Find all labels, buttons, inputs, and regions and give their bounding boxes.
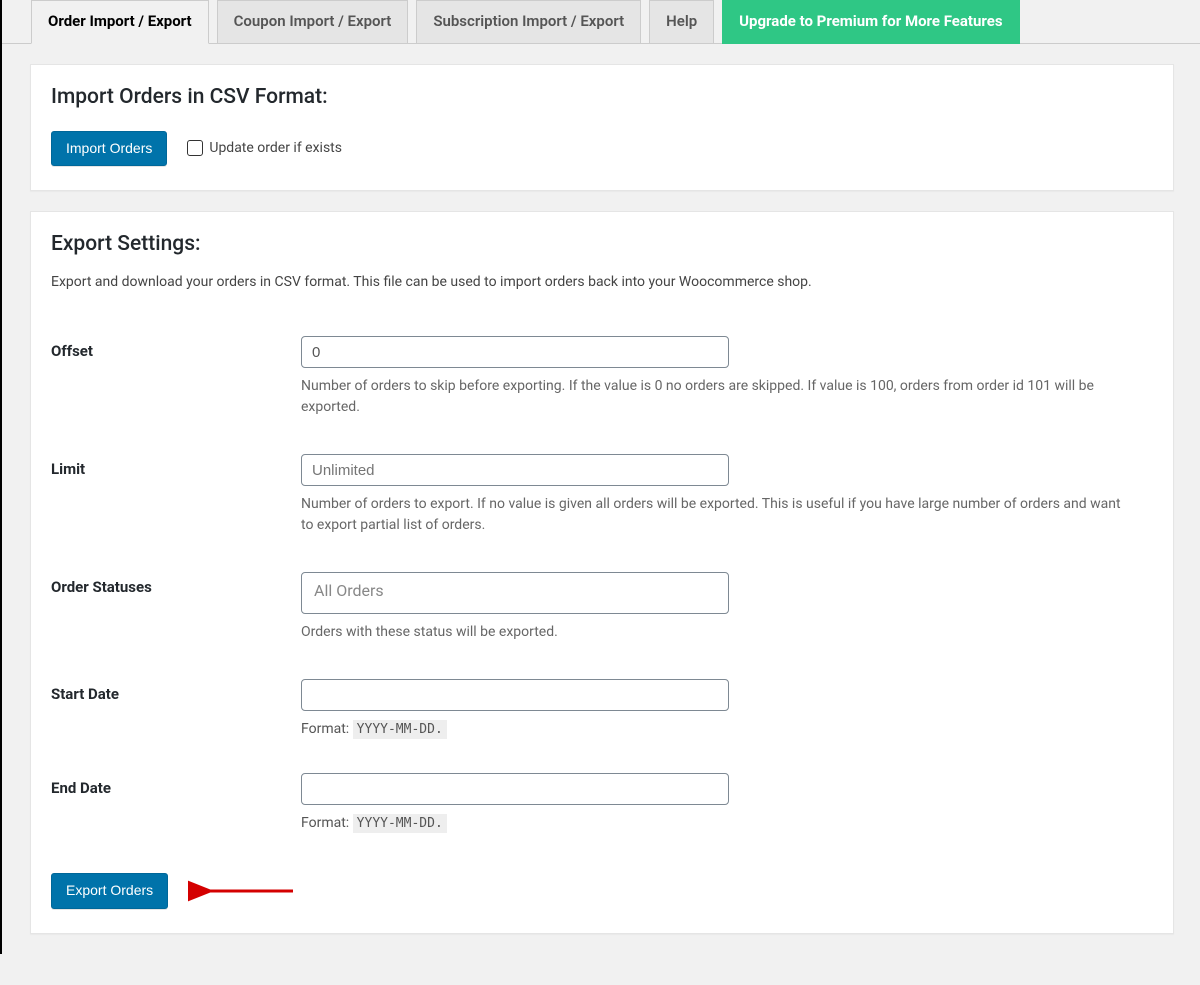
- offset-description: Number of orders to skip before exportin…: [301, 376, 1131, 418]
- order-statuses-label: Order Statuses: [51, 554, 301, 661]
- tab-coupon-import-export[interactable]: Coupon Import / Export: [217, 0, 409, 44]
- export-settings-table: Offset Number of orders to skip before e…: [51, 318, 1153, 849]
- export-title: Export Settings:: [51, 232, 1153, 256]
- offset-input[interactable]: [301, 336, 729, 368]
- update-order-checkbox-label[interactable]: Update order if exists: [187, 140, 342, 156]
- limit-label: Limit: [51, 436, 301, 554]
- end-date-format: Format: YYYY-MM-DD.: [301, 815, 1153, 831]
- start-date-format: Format: YYYY-MM-DD.: [301, 721, 1153, 737]
- end-date-format-prefix: Format:: [301, 815, 349, 831]
- end-date-format-code: YYYY-MM-DD.: [353, 814, 447, 833]
- tab-subscription-import-export[interactable]: Subscription Import / Export: [416, 0, 641, 44]
- tab-help[interactable]: Help: [649, 0, 714, 44]
- limit-description: Number of orders to export. If no value …: [301, 494, 1131, 536]
- import-panel: Import Orders in CSV Format: Import Orde…: [30, 64, 1174, 192]
- end-date-label: End Date: [51, 755, 301, 849]
- tab-upgrade-premium[interactable]: Upgrade to Premium for More Features: [722, 0, 1019, 44]
- tab-order-import-export[interactable]: Order Import / Export: [31, 0, 209, 44]
- order-statuses-select[interactable]: All Orders: [301, 572, 729, 614]
- order-statuses-description: Orders with these status will be exporte…: [301, 622, 1131, 643]
- export-description: Export and download your orders in CSV f…: [51, 274, 1153, 290]
- start-date-input[interactable]: [301, 679, 729, 711]
- import-title: Import Orders in CSV Format:: [51, 85, 1153, 109]
- export-panel: Export Settings: Export and download you…: [30, 211, 1174, 934]
- end-date-row: End Date Format: YYYY-MM-DD.: [51, 755, 1153, 849]
- update-order-checkbox[interactable]: [187, 140, 203, 156]
- end-date-input[interactable]: [301, 773, 729, 805]
- update-order-checkbox-text: Update order if exists: [209, 140, 342, 156]
- order-statuses-row: Order Statuses All Orders Orders with th…: [51, 554, 1153, 661]
- limit-row: Limit Number of orders to export. If no …: [51, 436, 1153, 554]
- start-date-format-prefix: Format:: [301, 721, 349, 737]
- tabs: Order Import / Export Coupon Import / Ex…: [2, 0, 1200, 44]
- arrow-annotation-icon: [188, 876, 298, 906]
- start-date-row: Start Date Format: YYYY-MM-DD.: [51, 661, 1153, 755]
- page-container: Order Import / Export Coupon Import / Ex…: [0, 0, 1200, 954]
- export-orders-button[interactable]: Export Orders: [51, 873, 168, 909]
- offset-row: Offset Number of orders to skip before e…: [51, 318, 1153, 436]
- limit-input[interactable]: [301, 454, 729, 486]
- offset-label: Offset: [51, 318, 301, 436]
- import-orders-button[interactable]: Import Orders: [51, 131, 167, 167]
- start-date-format-code: YYYY-MM-DD.: [353, 720, 447, 739]
- start-date-label: Start Date: [51, 661, 301, 755]
